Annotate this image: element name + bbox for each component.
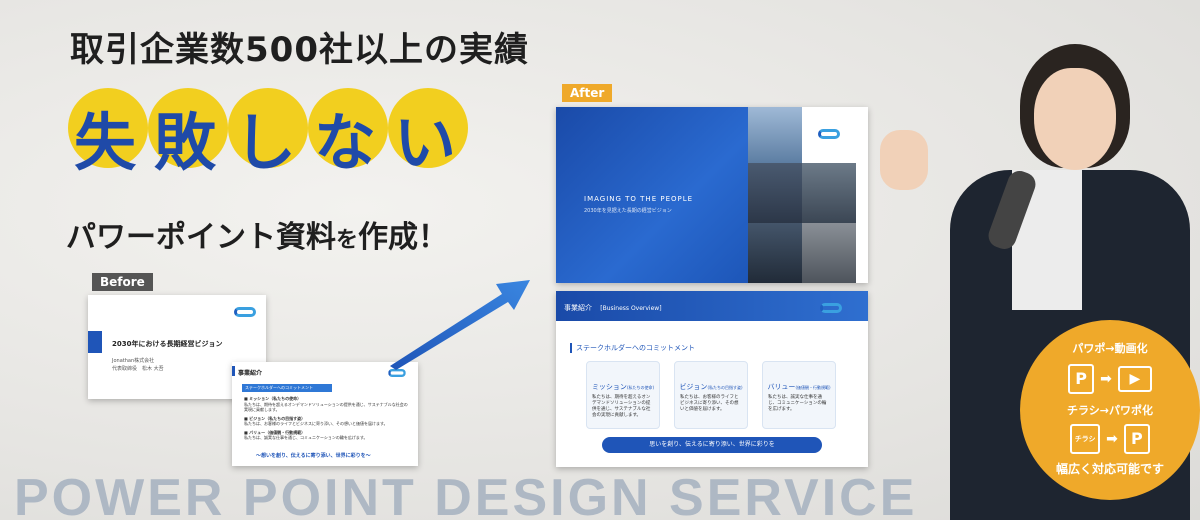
presenter-hand (880, 130, 928, 190)
badge-row-video: P ➡ ▶ (1020, 364, 1200, 394)
card-title-text: ビジョン (679, 383, 708, 391)
slide-title: 2030年における長期経営ビジョン (112, 340, 223, 348)
card-title-text: バリュー (767, 383, 796, 391)
slide-items: ■ ミッション（私たちの使命） 私たちは、期待を超えるオンデマンドソリューション… (244, 396, 410, 441)
slide-banner: 思いを創り、伝えるに寄り添い、世界に彩りを (602, 437, 822, 453)
card-title: バリュー(価値観・行動規範) (763, 382, 835, 392)
headline-particle: を (336, 228, 359, 253)
city-image (802, 163, 856, 223)
background-watermark-text: POWER POINT DESIGN SERVICE (14, 469, 918, 520)
headline-char: な (314, 106, 379, 179)
logo-icon (388, 369, 406, 377)
slide-header-en: [Business Overview] (600, 305, 662, 312)
logo-icon (820, 303, 842, 313)
headline-char: い (394, 106, 459, 179)
slide-ceo: 代表取締役 松木 大吾 (112, 366, 164, 372)
slide-accent-bar (232, 366, 235, 376)
vision-card: ビジョン(私たちの目指す姿) 私たちは、お客様のライフとビジネスに寄り添い、その… (674, 361, 748, 429)
slide-section: ステークホルダーへのコミットメント (242, 384, 332, 392)
mission-card: ミッション(私たちの使命) 私たちは、期待を超えるオンデマンドソリューションの提… (586, 361, 660, 429)
card-note: (私たちの目指す姿) (707, 385, 743, 390)
slide-item-body: 私たちは、お客様のライフとビジネスに寄り添い、その想いと価値を届けます。 (244, 421, 388, 426)
ppt-file-icon: P (1123, 424, 1150, 454)
headline-ppt-text: パワーポイント資料 (66, 220, 336, 255)
before-slide-business: 事業紹介 ステークホルダーへのコミットメント ■ ミッション（私たちの使命） 私… (232, 362, 418, 466)
value-card: バリュー(価値観・行動規範) 私たちは、誠実な仕事を通じ、コミュニケーションの輪… (762, 361, 836, 429)
card-body: 私たちは、誠実な仕事を通じ、コミュニケーションの輪を広げます。 (768, 395, 827, 412)
after-slide-business: 事業紹介 [Business Overview] ステークホルダーへのコミットメ… (556, 291, 868, 467)
industry-image (748, 163, 802, 223)
headline-char: 失 (74, 106, 139, 179)
slide-main-title: IMAGING TO THE PEOPLE (584, 195, 694, 203)
card-title-text: ミッション (591, 383, 627, 391)
service-badge: パワポ→動画化 P ➡ ▶ チラシ→パワポ化 チラシ ➡ P 幅広く対応可能です (1020, 320, 1200, 500)
card-note: (価値観・行動規範) (795, 385, 831, 390)
badge-line-video: パワポ→動画化 (1072, 342, 1148, 355)
presenter-face (1034, 68, 1116, 170)
card-body: 私たちは、お客様のライフとビジネスに寄り添い、その想いと価値を届けます。 (680, 395, 739, 412)
badge-row-flyer: チラシ ➡ P (1020, 424, 1200, 454)
slide-main-subtitle: 2030年を見据えた長期の経営ビジョン (584, 208, 672, 214)
ppt-file-icon: P (1068, 364, 1095, 394)
workers-image (748, 223, 802, 283)
logo-icon (234, 307, 256, 317)
card-title: ビジョン(私たちの目指す姿) (675, 382, 747, 392)
after-slide-title: IMAGING TO THE PEOPLE 2030年を見据えた長期の経営ビジョ… (556, 107, 868, 283)
logo-icon (818, 129, 840, 139)
headline-char: し (234, 106, 299, 179)
slide-footer: 〜想いを創り、伝えるに寄り添い、世界に彩りを〜 (256, 453, 371, 459)
slide-header: 事業紹介 (238, 370, 263, 377)
flyer-file-icon: チラシ (1070, 424, 1101, 454)
headline-no-failure: 失 敗 し な い (74, 92, 458, 182)
before-label: Before (92, 273, 153, 291)
airplane-image (748, 107, 802, 163)
card-body: 私たちは、期待を超えるオンデマンドソリューションの提供を通じ、サステナブルな社会… (592, 395, 651, 418)
headline-achievement: 取引企業数500社以上の実績 (70, 30, 529, 70)
card-note: (私たちの使命) (626, 385, 655, 390)
after-label: After (562, 84, 613, 102)
slide-item-body: 私たちは、期待を超えるオンデマンドソリューションの提供を通じ、サステナブルな社会… (244, 401, 408, 413)
headline-create-text: 作成！ (358, 220, 449, 255)
slide-accent-bar (88, 331, 102, 353)
gears-image (802, 223, 856, 283)
slide-header: 事業紹介 [Business Overview] (564, 303, 662, 313)
arrow-icon (390, 280, 530, 370)
slide-section: ステークホルダーへのコミットメント (570, 343, 695, 353)
headline-create-ppt: パワーポイント資料を作成！ (66, 212, 448, 256)
badge-line-wide: 幅広く対応可能です (1055, 462, 1164, 476)
arrow-right-icon: ➡ (1106, 431, 1118, 447)
video-icon: ▶ (1117, 366, 1152, 392)
slide-header-jp: 事業紹介 (564, 304, 592, 312)
card-title: ミッション(私たちの使命) (587, 382, 659, 392)
slide-item-body: 私たちは、誠実な仕事を通じ、コミュニケーションの輪を広げます。 (244, 435, 368, 440)
badge-line-flyer: チラシ→パワポ化 (1067, 404, 1153, 417)
arrow-right-icon: ➡ (1100, 371, 1112, 387)
slide-company: Jonathan株式会社 (112, 358, 155, 364)
headline-char: 敗 (154, 106, 219, 179)
